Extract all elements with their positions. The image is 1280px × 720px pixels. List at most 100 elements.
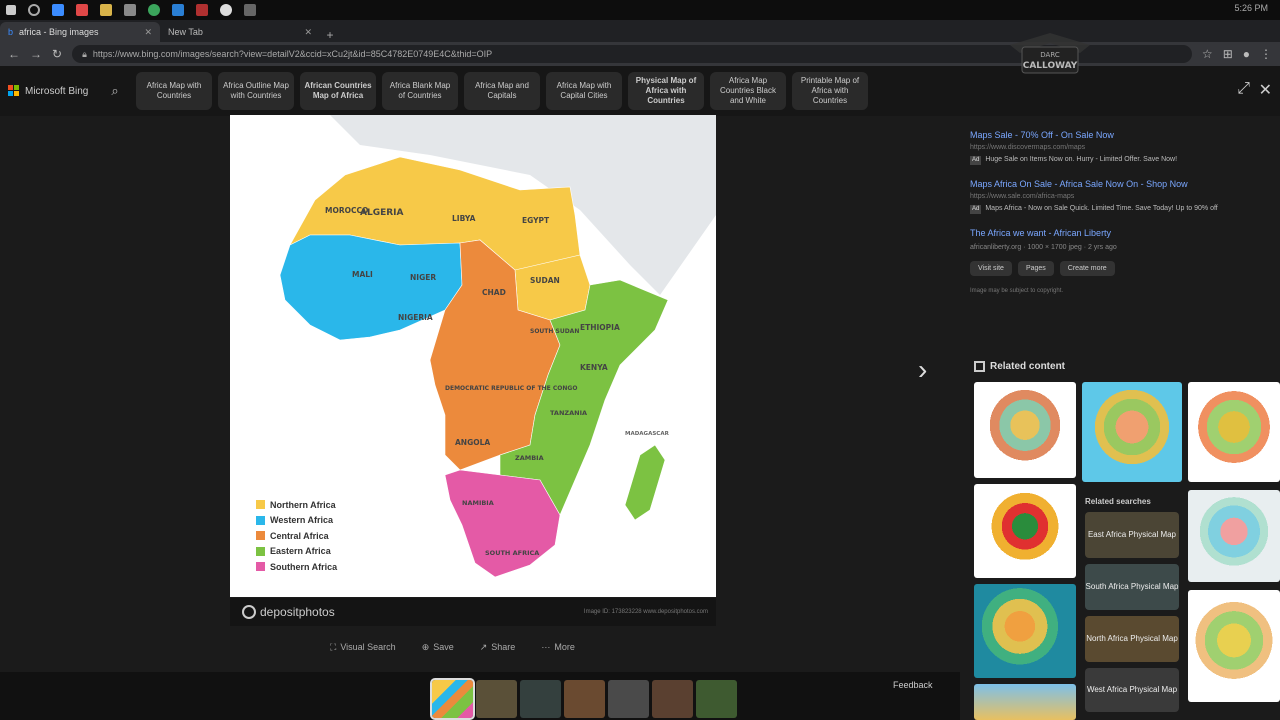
app-icon-edge[interactable] bbox=[172, 4, 184, 16]
related-content-icon bbox=[974, 361, 985, 372]
lock-icon: 🔒︎ bbox=[82, 48, 87, 59]
chip-related-search[interactable]: Africa Outline Map with Countries bbox=[218, 72, 294, 110]
forward-arrow-icon[interactable]: → bbox=[30, 47, 42, 61]
related-search-item[interactable]: North Africa Physical Map bbox=[1085, 616, 1179, 662]
related-image[interactable] bbox=[974, 484, 1076, 578]
new-tab-plus-icon[interactable]: + bbox=[320, 28, 340, 42]
sponsored-ad: Maps Africa On Sale - Africa Sale Now On… bbox=[970, 179, 1280, 214]
legend-item: Central Africa bbox=[256, 528, 337, 544]
country-label: ZAMBIA bbox=[515, 454, 544, 462]
back-arrow-icon[interactable]: ← bbox=[8, 47, 20, 61]
image-actions: ⛶ Visual Search ⊕ Save ↗ Share ··· More bbox=[330, 642, 575, 653]
chip-related-search[interactable]: Africa Map and Capitals bbox=[464, 72, 540, 110]
tab-label: New Tab bbox=[168, 27, 203, 37]
search-icon[interactable]: ⌕ bbox=[100, 83, 130, 99]
ad-title[interactable]: Maps Sale - 70% Off - On Sale Now bbox=[970, 130, 1280, 140]
main-image-africa-map[interactable]: MOROCCO ALGERIA LIBYA EGYPT MALI NIGER C… bbox=[230, 115, 716, 597]
legend-item: Western Africa bbox=[256, 513, 337, 529]
save-button[interactable]: ⊕ Save bbox=[422, 642, 454, 653]
visual-search-icon: ⛶ bbox=[330, 642, 337, 652]
related-image[interactable] bbox=[1188, 490, 1280, 582]
filmstrip-thumbnail[interactable] bbox=[430, 678, 475, 720]
related-searches-heading: Related searches bbox=[1085, 497, 1151, 506]
filmstrip-thumbnail[interactable] bbox=[696, 680, 737, 718]
app-icon-folder[interactable] bbox=[100, 4, 112, 16]
ad-description: Ad Huge Sale on Items Now on. Hurry - Lim… bbox=[970, 156, 1178, 165]
filmstrip-thumbnail[interactable] bbox=[652, 680, 693, 718]
url-text: https://www.bing.com/images/search?view=… bbox=[92, 49, 493, 59]
chip-related-search[interactable]: Africa Map with Capital Cities bbox=[546, 72, 622, 110]
app-icon-active[interactable] bbox=[244, 4, 256, 16]
country-label: NAMIBIA bbox=[462, 499, 494, 507]
search-taskbar-icon[interactable] bbox=[28, 4, 40, 16]
tab-new-tab[interactable]: New Tab ✕ bbox=[160, 22, 320, 42]
filmstrip-thumbnail[interactable] bbox=[476, 680, 517, 718]
expand-icon[interactable]: ⤢ bbox=[1237, 80, 1250, 98]
app-icon-blue[interactable] bbox=[52, 4, 64, 16]
related-image[interactable] bbox=[1188, 382, 1280, 482]
bing-favicon-icon: b bbox=[8, 27, 14, 37]
bookmark-star-icon[interactable]: ☆ bbox=[1202, 47, 1213, 61]
ad-url: https://www.discovermaps.com/maps bbox=[970, 144, 1086, 151]
close-tab-icon[interactable]: ✕ bbox=[144, 27, 152, 38]
ad-title[interactable]: Maps Africa On Sale - Africa Sale Now On… bbox=[970, 179, 1280, 189]
share-button[interactable]: ↗ Share bbox=[480, 642, 516, 653]
related-image[interactable] bbox=[1188, 590, 1280, 702]
related-image[interactable] bbox=[974, 584, 1076, 678]
related-search-item[interactable]: South Africa Physical Map bbox=[1085, 564, 1179, 610]
app-icon-chrome[interactable] bbox=[148, 4, 160, 16]
related-image[interactable] bbox=[974, 382, 1076, 478]
result-title[interactable]: The Africa we want - African Liberty bbox=[970, 228, 1280, 238]
country-label: SUDAN bbox=[530, 276, 560, 285]
chip-related-search[interactable]: Printable Map of Africa with Countries bbox=[792, 72, 868, 110]
country-label: NIGER bbox=[410, 273, 436, 282]
close-tab-icon[interactable]: ✕ bbox=[304, 27, 312, 38]
app-icon-white[interactable] bbox=[220, 4, 232, 16]
more-button[interactable]: ··· More bbox=[541, 642, 575, 653]
copyright-notice: Image may be subject to copyright. bbox=[970, 288, 1064, 294]
filmstrip-thumbnail[interactable] bbox=[564, 680, 605, 718]
related-search-item[interactable]: East Africa Physical Map bbox=[1085, 512, 1179, 558]
country-label: ETHIOPIA bbox=[580, 323, 620, 332]
feedback-link[interactable]: Feedback bbox=[893, 680, 933, 690]
chip-related-search[interactable]: Africa Blank Map of Countries bbox=[382, 72, 458, 110]
related-image[interactable] bbox=[1082, 382, 1182, 482]
watermark-brand-line2: CALLOWAY bbox=[1023, 61, 1078, 71]
visual-search-button[interactable]: ⛶ Visual Search bbox=[330, 642, 396, 653]
filmstrip-thumbnail[interactable] bbox=[608, 680, 649, 718]
extensions-icon[interactable]: ⊞ bbox=[1223, 47, 1233, 61]
chip-related-search[interactable]: Africa Map with Countries bbox=[136, 72, 212, 110]
visit-site-button[interactable]: Visit site bbox=[970, 261, 1012, 276]
more-icon: ··· bbox=[541, 642, 551, 652]
tab-bing-images[interactable]: b africa - Bing images ✕ bbox=[0, 22, 160, 42]
filmstrip-thumbnail[interactable] bbox=[520, 680, 561, 718]
reload-icon[interactable]: ↻ bbox=[52, 47, 62, 61]
country-label: SOUTH SUDAN bbox=[530, 328, 579, 335]
bing-logo-text: Microsoft Bing bbox=[25, 85, 89, 97]
chip-related-search[interactable]: Africa Map Countries Black and White bbox=[710, 72, 786, 110]
related-chips: Africa Map with Countries Africa Outline… bbox=[136, 72, 868, 110]
app-icon-pdf[interactable] bbox=[196, 4, 208, 16]
related-image[interactable] bbox=[974, 684, 1076, 720]
result-meta: africanliberty.org · 1000 × 1700 jpeg · … bbox=[970, 244, 1117, 251]
app-icon-store[interactable] bbox=[124, 4, 136, 16]
chip-related-search[interactable]: African Countries Map of Africa bbox=[300, 72, 376, 110]
os-taskbar: 5:26 PM bbox=[0, 0, 1280, 20]
legend-item: Eastern Africa bbox=[256, 544, 337, 560]
image-source-result: The Africa we want - African Liberty afr… bbox=[970, 228, 1280, 294]
pages-button[interactable]: Pages bbox=[1017, 261, 1054, 276]
country-label: ANGOLA bbox=[455, 438, 490, 447]
chip-related-search[interactable]: Physical Map of Africa with Countries bbox=[628, 72, 704, 110]
close-viewer-icon[interactable]: ✕ bbox=[1259, 80, 1272, 100]
menu-dots-icon[interactable]: ⋮ bbox=[1260, 47, 1272, 61]
windows-start-icon[interactable] bbox=[6, 5, 16, 15]
country-label: NIGERIA bbox=[398, 313, 433, 322]
next-image-chevron-icon[interactable]: › bbox=[918, 354, 927, 386]
depositphotos-icon bbox=[242, 605, 256, 619]
profile-avatar-icon[interactable]: ● bbox=[1243, 47, 1250, 61]
related-content-heading: Related content bbox=[974, 361, 1065, 372]
related-search-item[interactable]: West Africa Physical Map bbox=[1085, 668, 1179, 712]
bing-logo[interactable]: Microsoft Bing bbox=[8, 85, 100, 97]
app-icon-red[interactable] bbox=[76, 4, 88, 16]
create-more-button[interactable]: Create more bbox=[1059, 261, 1115, 276]
